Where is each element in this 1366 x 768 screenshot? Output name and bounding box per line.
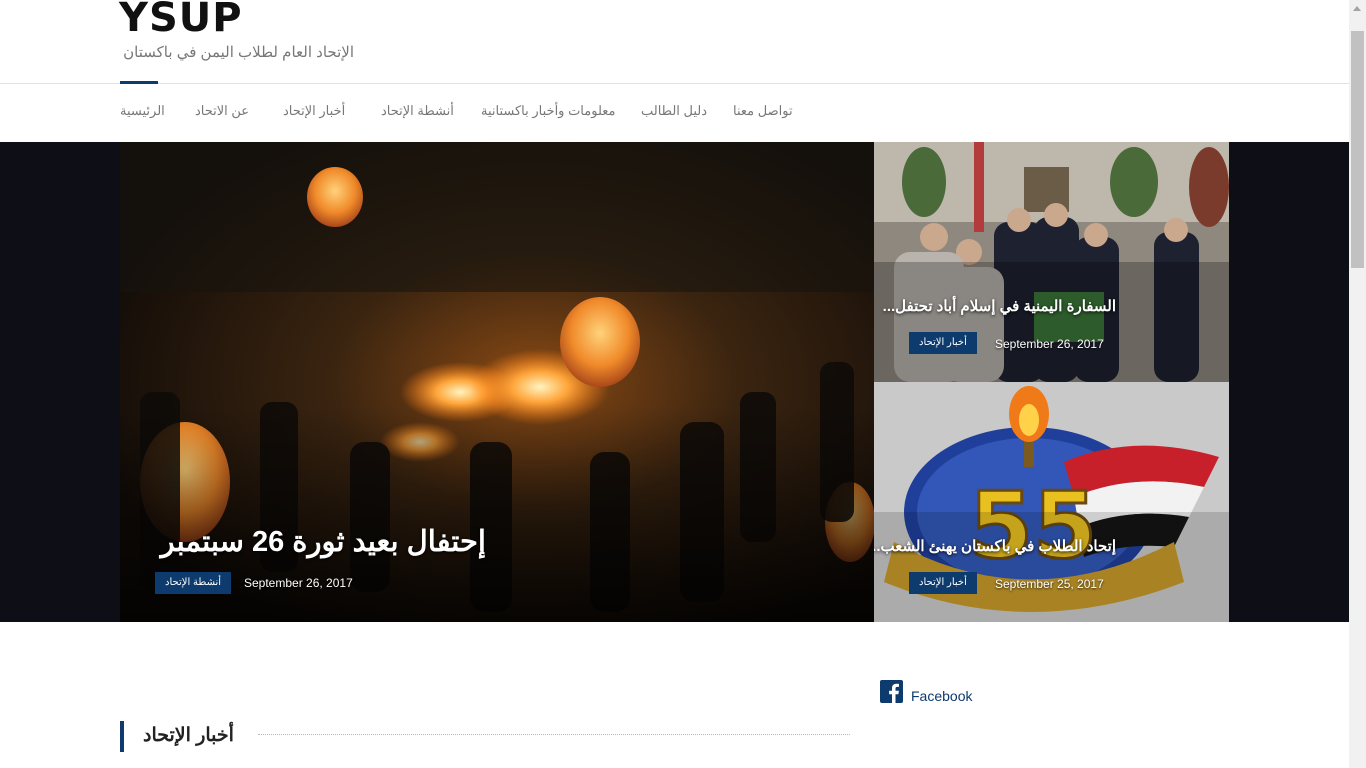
nav-item-student-guide[interactable]: دليل الطالب bbox=[641, 103, 707, 119]
featured-side-date-1: September 26, 2017 bbox=[995, 337, 1104, 351]
facebook-icon bbox=[880, 680, 903, 703]
page-scrollbar[interactable] bbox=[1349, 0, 1366, 768]
facebook-label: Facebook bbox=[911, 688, 973, 704]
featured-main-post[interactable]: إحتفال بعيد ثورة 26 سبتمبر أنشطة الإتحاد… bbox=[120, 142, 874, 622]
featured-main-title[interactable]: إحتفال بعيد ثورة 26 سبتمبر bbox=[120, 524, 486, 559]
nav-item-home[interactable]: الرئيسية bbox=[120, 103, 165, 119]
site-title[interactable]: YSUP bbox=[119, 0, 243, 44]
main-nav: الرئيسية عن الاتحاد أخبار الإتحاد أنشطة … bbox=[0, 84, 1349, 141]
nav-item-union-news[interactable]: أخبار الإتحاد bbox=[283, 103, 345, 119]
scroll-up-arrow-icon[interactable] bbox=[1353, 6, 1361, 11]
featured-posts: إحتفال بعيد ثورة 26 سبتمبر أنشطة الإتحاد… bbox=[0, 142, 1349, 622]
featured-side-category-badge-2[interactable]: أخبار الإتحاد bbox=[909, 572, 977, 594]
featured-side-date-2: September 25, 2017 bbox=[995, 577, 1104, 591]
section-heading-union-news: أخبار الإتحاد bbox=[120, 721, 850, 753]
featured-main-category-badge[interactable]: أنشطة الإتحاد bbox=[155, 572, 232, 594]
nav-item-contact[interactable]: تواصل معنا bbox=[733, 103, 793, 119]
section-divider bbox=[258, 734, 850, 735]
featured-side-post-2[interactable]: 55 إتحاد الطلاب في باكستان يهنئ الشعب...… bbox=[874, 382, 1229, 622]
section-title[interactable]: أخبار الإتحاد bbox=[143, 724, 234, 747]
nav-item-about[interactable]: عن الاتحاد bbox=[195, 103, 249, 119]
featured-side-title-1[interactable]: السفارة اليمنية في إسلام أباد تحتفل... bbox=[883, 297, 1116, 315]
site-tagline: الإتحاد العام لطلاب اليمن في باكستان bbox=[123, 44, 354, 61]
section-accent-bar bbox=[120, 721, 124, 752]
nav-item-pakistan-news[interactable]: معلومات وأخبار باكستانية bbox=[481, 103, 616, 119]
featured-side-post-1[interactable]: السفارة اليمنية في إسلام أباد تحتفل... أ… bbox=[874, 142, 1229, 382]
featured-main-date: September 26, 2017 bbox=[244, 576, 353, 590]
featured-side-title-2[interactable]: إتحاد الطلاب في باكستان يهنئ الشعب... bbox=[874, 537, 1116, 555]
page: YSUP الإتحاد العام لطلاب اليمن في باكستا… bbox=[0, 0, 1349, 768]
scrollbar-thumb[interactable] bbox=[1351, 31, 1364, 268]
featured-side-category-badge-1[interactable]: أخبار الإتحاد bbox=[909, 332, 977, 354]
nav-item-union-activities[interactable]: أنشطة الإتحاد bbox=[381, 103, 454, 119]
